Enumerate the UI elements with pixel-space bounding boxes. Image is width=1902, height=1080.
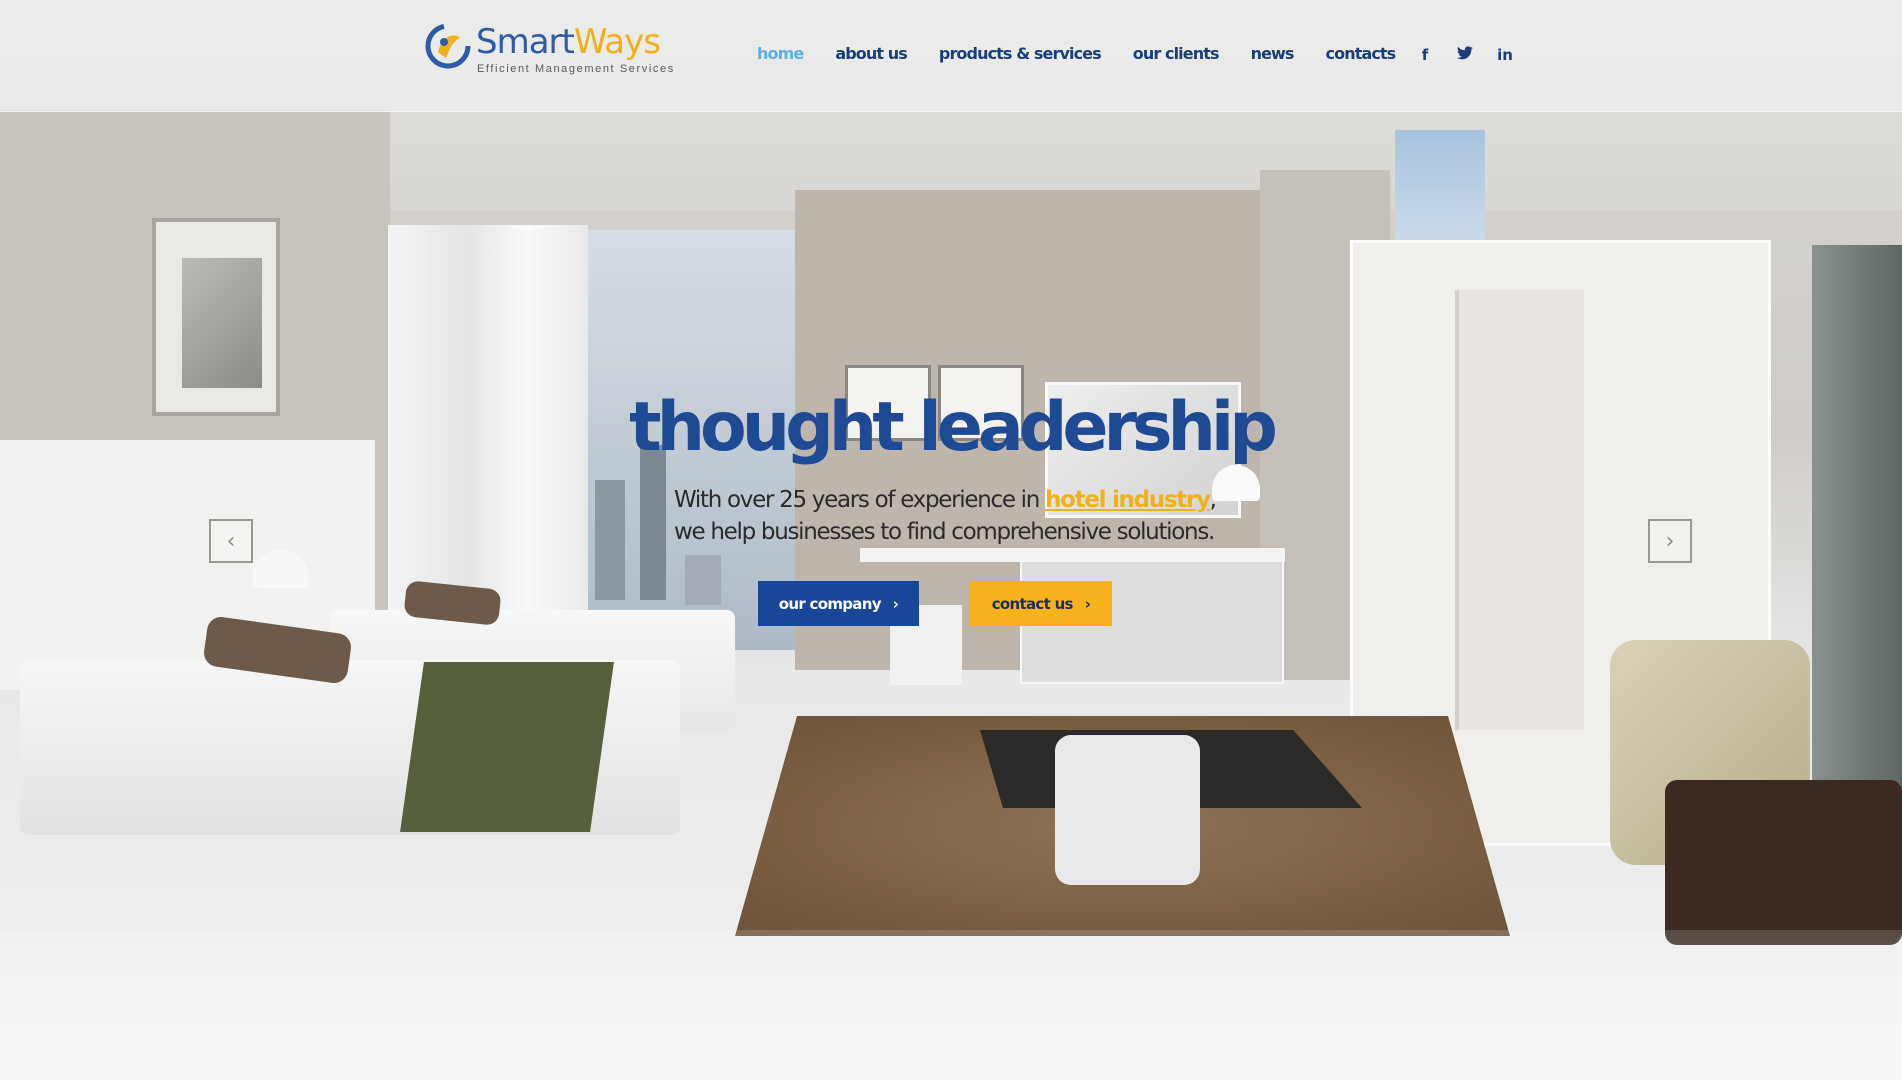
- logo-wordmark: SmartWays: [476, 22, 661, 62]
- logo[interactable]: SmartWays Efficient Management Services: [424, 20, 675, 78]
- linkedin-icon[interactable]: in: [1496, 46, 1514, 64]
- main-nav: home about us products & services our cl…: [757, 44, 1427, 63]
- travel-bag: [1665, 780, 1902, 945]
- site-header: SmartWays Efficient Management Services …: [0, 0, 1902, 112]
- social-links: f in: [1416, 46, 1514, 64]
- logo-word-ways: Ways: [573, 22, 661, 62]
- logo-tagline: Efficient Management Services: [477, 63, 675, 75]
- city-building: [685, 555, 721, 605]
- shirt: [1055, 735, 1200, 885]
- chevron-right-icon: ›: [1084, 594, 1091, 613]
- slider-next-button[interactable]: ›: [1648, 519, 1692, 563]
- city-building: [595, 480, 625, 600]
- facebook-icon[interactable]: f: [1416, 46, 1434, 64]
- logo-word-smart: Smart: [476, 22, 575, 62]
- hero-subtext-comma: ,: [1209, 487, 1217, 513]
- wall-picture: [182, 258, 262, 388]
- hero-subtext-line2: we help businesses to find comprehensive…: [674, 519, 1215, 545]
- floor: [0, 930, 1902, 1080]
- nav-item-contacts[interactable]: contacts: [1326, 44, 1397, 63]
- chevron-right-icon: ›: [1665, 528, 1675, 554]
- hero-subtext: With over 25 years of experience in hote…: [674, 484, 1394, 548]
- contact-us-label: contact us: [991, 594, 1074, 613]
- hotel-industry-link[interactable]: hotel industry: [1045, 487, 1211, 513]
- logo-mark-icon: [425, 23, 471, 69]
- slider-prev-button[interactable]: ‹: [209, 519, 253, 563]
- contact-us-button[interactable]: contact us ›: [970, 581, 1112, 626]
- nav-item-news[interactable]: news: [1251, 44, 1295, 63]
- nav-item-our-clients[interactable]: our clients: [1133, 44, 1220, 63]
- twitter-icon[interactable]: [1456, 46, 1474, 64]
- nav-item-products-services[interactable]: products & services: [939, 44, 1102, 63]
- city-building: [640, 445, 666, 600]
- wardrobe-door: [1455, 290, 1584, 730]
- hero-subtext-line1-start: With over 25 years of experience in: [674, 487, 1046, 513]
- chevron-right-icon: ›: [892, 594, 899, 613]
- hero-slider: SmartWays Efficient Management Services …: [0, 0, 1902, 1080]
- our-company-label: our company: [778, 594, 882, 613]
- bed-throw: [400, 662, 614, 832]
- our-company-button[interactable]: our company ›: [758, 581, 919, 626]
- hero-headline: thought leadership: [629, 388, 1278, 467]
- wall-mirror: [1812, 245, 1902, 805]
- nav-item-about-us[interactable]: about us: [835, 44, 907, 63]
- chevron-left-icon: ‹: [226, 528, 236, 554]
- nav-item-home[interactable]: home: [757, 44, 804, 63]
